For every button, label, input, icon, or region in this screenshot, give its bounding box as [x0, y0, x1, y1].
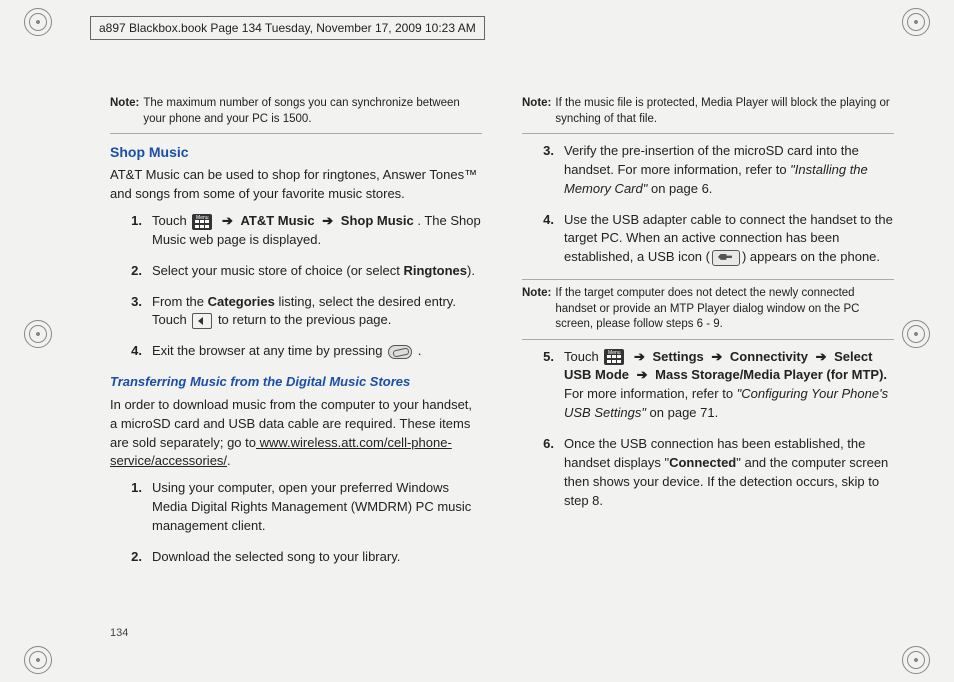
end-call-icon [388, 345, 412, 359]
menu-icon [604, 349, 624, 365]
step-number: 4. [124, 342, 142, 361]
text: ) appears on the phone. [742, 249, 880, 264]
text: . [418, 343, 422, 358]
bold-text: Settings [652, 349, 703, 364]
usb-icon [712, 250, 740, 266]
arrow-icon: ➔ [816, 349, 827, 364]
step-body: Once the USB connection has been establi… [564, 435, 894, 510]
step-item: 2. Download the selected song to your li… [124, 548, 482, 567]
step-item: 1. Using your computer, open your prefer… [124, 479, 482, 536]
registration-mark [24, 8, 52, 36]
bold-text: Shop Music [341, 213, 414, 228]
step-body: Select your music store of choice (or se… [152, 262, 482, 281]
registration-mark [902, 320, 930, 348]
heading-transferring-music: Transferring Music from the Digital Musi… [110, 373, 482, 392]
step-item: 3. From the Categories listing, select t… [124, 293, 482, 331]
step-number: 1. [124, 212, 142, 231]
step-item: 4. Use the USB adapter cable to connect … [536, 211, 894, 268]
heading-shop-music: Shop Music [110, 142, 482, 162]
step-body: Use the USB adapter cable to connect the… [564, 211, 894, 268]
text: From the [152, 294, 208, 309]
step-body: Touch ➔ Settings ➔ Connectivity ➔ Select… [564, 348, 894, 423]
bold-text: Categories [208, 294, 275, 309]
step-item: 1. Touch ➔ AT&T Music ➔ Shop Music . The… [124, 212, 482, 250]
back-icon [192, 313, 212, 329]
arrow-icon: ➔ [322, 213, 333, 228]
page-header-metadata: a897 Blackbox.book Page 134 Tuesday, Nov… [90, 16, 485, 40]
step-body: Exit the browser at any time by pressing… [152, 342, 482, 361]
step-item: 5. Touch ➔ Settings ➔ Connectivity ➔ Sel… [536, 348, 894, 423]
bold-text: Mass Storage/Media Player (for MTP). [655, 367, 887, 382]
menu-icon [192, 214, 212, 230]
text: Exit the browser at any time by pressing [152, 343, 386, 358]
left-column: Note: The maximum number of songs you ca… [110, 96, 482, 642]
note-text: If the target computer does not detect t… [555, 286, 894, 333]
text: Select your music store of choice (or se… [152, 263, 403, 278]
note-label: Note: [522, 96, 551, 127]
step-body: Using your computer, open your preferred… [152, 479, 482, 536]
step-number: 1. [124, 479, 142, 498]
paragraph: In order to download music from the comp… [110, 396, 482, 471]
registration-mark [902, 646, 930, 674]
registration-mark [902, 8, 930, 36]
note-block: Note: The maximum number of songs you ca… [110, 96, 482, 134]
right-column: Note: If the music file is protected, Me… [522, 96, 894, 642]
note-text: The maximum number of songs you can sync… [143, 96, 482, 127]
note-text: If the music file is protected, Media Pl… [555, 96, 894, 127]
step-number: 3. [124, 293, 142, 312]
step-body: Verify the pre-insertion of the microSD … [564, 142, 894, 199]
step-body: Touch ➔ AT&T Music ➔ Shop Music . The Sh… [152, 212, 482, 250]
steps-list: 3. Verify the pre-insertion of the micro… [522, 142, 894, 267]
step-body: From the Categories listing, select the … [152, 293, 482, 331]
step-item: 4. Exit the browser at any time by press… [124, 342, 482, 361]
text: on page 6. [647, 181, 712, 196]
step-item: 3. Verify the pre-insertion of the micro… [536, 142, 894, 199]
bold-text: Connectivity [730, 349, 808, 364]
step-number: 4. [536, 211, 554, 230]
arrow-icon: ➔ [222, 213, 233, 228]
note-label: Note: [110, 96, 139, 127]
step-number: 6. [536, 435, 554, 454]
step-number: 2. [124, 548, 142, 567]
arrow-icon: ➔ [711, 349, 722, 364]
arrow-icon: ➔ [637, 367, 648, 382]
steps-list: 1. Using your computer, open your prefer… [110, 479, 482, 566]
page-content: Note: The maximum number of songs you ca… [110, 96, 894, 642]
text: to return to the previous page. [218, 312, 391, 327]
bold-text: Connected [669, 455, 736, 470]
bold-text: Ringtones [403, 263, 467, 278]
text: ). [467, 263, 475, 278]
text: For more information, refer to [564, 386, 737, 401]
bold-text: AT&T Music [240, 213, 314, 228]
text: on page 71. [646, 405, 718, 420]
arrow-icon: ➔ [634, 349, 645, 364]
text: Touch [152, 213, 190, 228]
note-block: Note: If the target computer does not de… [522, 279, 894, 340]
registration-mark [24, 646, 52, 674]
step-number: 3. [536, 142, 554, 161]
steps-list: 1. Touch ➔ AT&T Music ➔ Shop Music . The… [110, 212, 482, 361]
step-item: 6. Once the USB connection has been esta… [536, 435, 894, 510]
registration-mark [24, 320, 52, 348]
step-item: 2. Select your music store of choice (or… [124, 262, 482, 281]
paragraph: AT&T Music can be used to shop for ringt… [110, 166, 482, 204]
text: Touch [564, 349, 602, 364]
step-number: 2. [124, 262, 142, 281]
step-body: Download the selected song to your libra… [152, 548, 482, 567]
steps-list: 5. Touch ➔ Settings ➔ Connectivity ➔ Sel… [522, 348, 894, 511]
text: . [227, 453, 231, 468]
page-number: 134 [110, 626, 128, 642]
note-label: Note: [522, 286, 551, 333]
step-number: 5. [536, 348, 554, 367]
note-block: Note: If the music file is protected, Me… [522, 96, 894, 134]
